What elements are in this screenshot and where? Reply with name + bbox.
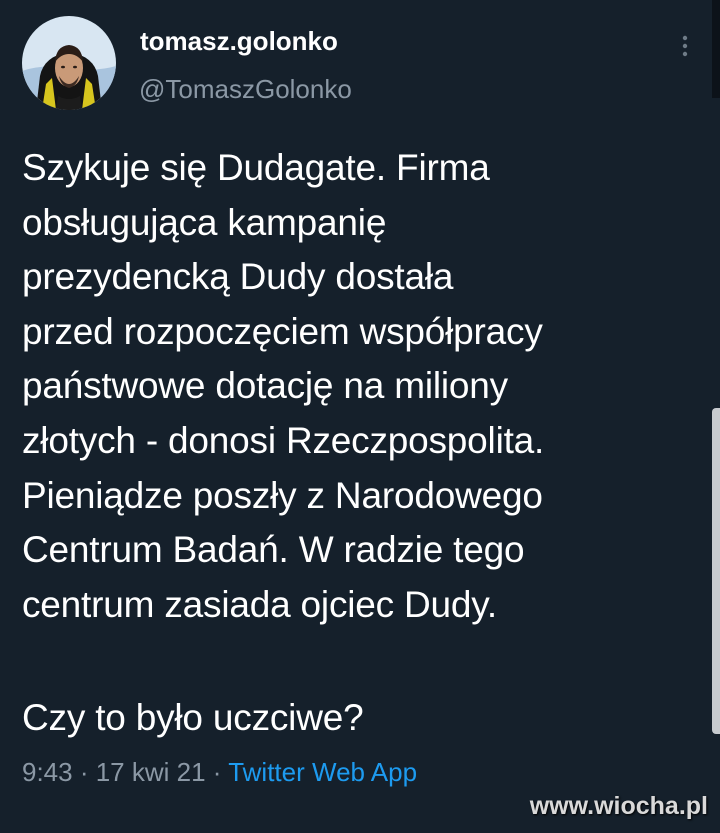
profile-photo-icon [22, 16, 116, 110]
meta-separator: · [205, 757, 229, 787]
meta-separator: · [72, 757, 96, 787]
author-handle[interactable]: @TomaszGolonko [139, 74, 352, 105]
window-edge [712, 0, 720, 98]
tweet-text-question: Czy to było uczciwe? [22, 697, 364, 738]
more-vertical-icon [682, 35, 688, 57]
tweet: tomasz.golonko @TomaszGolonko Szykuje si… [0, 0, 720, 833]
more-button[interactable] [668, 28, 702, 64]
tweet-text: Szykuje się Dudagate. Firma obsługująca … [22, 147, 545, 625]
tweet-source-link[interactable]: Twitter Web App [228, 757, 417, 787]
avatar[interactable] [22, 16, 116, 110]
author-display-name[interactable]: tomasz.golonko [140, 26, 338, 57]
tweet-time[interactable]: 9:43 [22, 757, 73, 787]
tweet-date[interactable]: 17 kwi 21 [96, 757, 206, 787]
tweet-metadata: 9:43 · 17 kwi 21 · Twitter Web App [22, 757, 417, 788]
watermark: www.wiocha.pl [529, 792, 708, 820]
scrollbar-thumb[interactable] [712, 408, 720, 734]
